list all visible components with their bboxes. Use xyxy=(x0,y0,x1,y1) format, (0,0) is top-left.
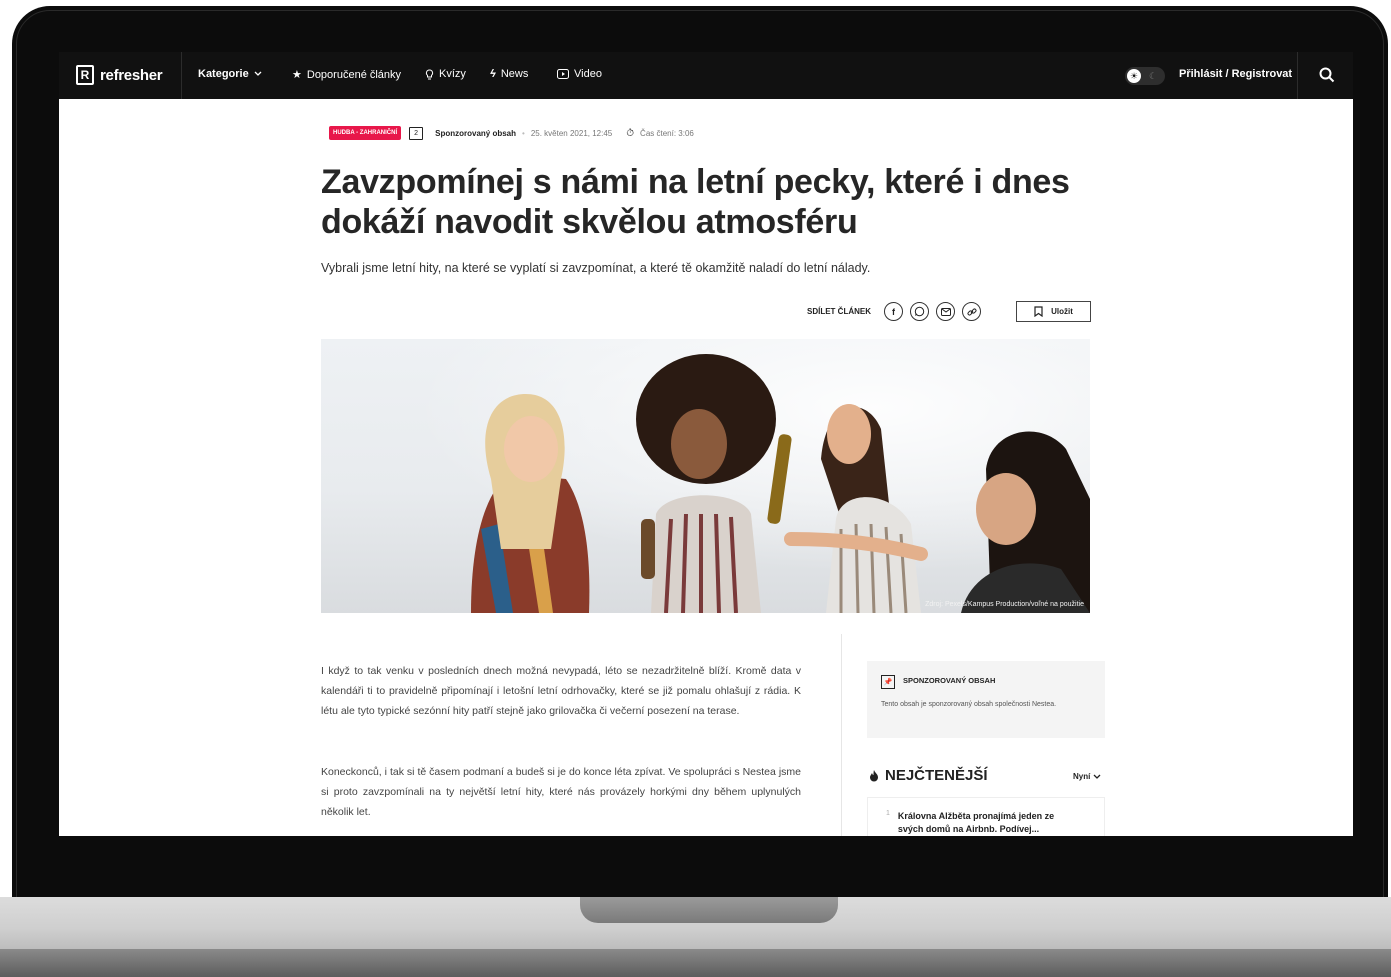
popular-filter-dropdown[interactable]: Nyní xyxy=(1073,772,1101,781)
save-button[interactable]: Uložit xyxy=(1016,301,1091,322)
lightbulb-icon xyxy=(425,68,434,79)
nav-item-label: Kategorie xyxy=(198,68,249,80)
nav-item-kvizy[interactable]: Kvízy xyxy=(425,68,466,80)
publish-date: 25. květen 2021, 12:45 xyxy=(530,128,613,138)
save-label: Uložit xyxy=(1051,307,1073,316)
pin-icon: 📌 xyxy=(881,675,895,689)
article-paragraph: I když to tak venku v posledních dnech m… xyxy=(321,665,801,717)
search-icon[interactable] xyxy=(1319,67,1335,83)
moon-icon: ☾ xyxy=(1149,71,1158,81)
laptop-notch xyxy=(580,897,838,923)
lightning-icon: ϟ xyxy=(490,68,496,80)
category-tag[interactable]: HUDBA - ZAHRANIČNÍ xyxy=(329,126,402,140)
top-navbar: R refresher Kategorie ★ Doporučené článk… xyxy=(59,52,1353,99)
popular-rank: 1 xyxy=(886,810,890,817)
theme-toggle[interactable]: ☀ ☾ xyxy=(1125,67,1165,85)
nav-item-kategorie[interactable]: Kategorie xyxy=(198,68,262,80)
nav-item-label: Doporučené články xyxy=(306,68,402,81)
share-label: SDÍLET ČLÁNEK xyxy=(807,307,871,316)
comment-count[interactable]: 2 xyxy=(409,126,424,140)
popular-list: 1 Královna Alžběta pronajímá jeden ze sv… xyxy=(867,797,1105,836)
link-icon[interactable] xyxy=(962,302,981,321)
login-link[interactable]: Přihlásit / Registrovat xyxy=(1179,68,1292,80)
hero-photo xyxy=(321,339,1090,613)
popular-header: NEJČTENĚJŠÍ xyxy=(869,767,988,784)
nav-divider xyxy=(1297,52,1298,99)
laptop-base-bottom xyxy=(0,949,1391,977)
bookmark-icon xyxy=(1034,306,1043,317)
whatsapp-icon[interactable] xyxy=(910,302,929,321)
share-bar: SDÍLET ČLÁNEK f xyxy=(807,302,981,321)
sponsor-text: Tento obsah je sponzorovaný obsah společ… xyxy=(881,701,1057,708)
column-divider xyxy=(841,634,842,836)
nav-divider xyxy=(181,52,182,99)
facebook-icon[interactable]: f xyxy=(884,302,903,321)
nav-item-doporucene[interactable]: ★ Doporučené články xyxy=(292,68,402,82)
article-paragraph: Koneckonců, i tak si tě časem podmaní a … xyxy=(321,766,801,818)
popular-title: NEJČTENĚJŠÍ xyxy=(885,767,988,784)
nav-item-news[interactable]: ϟ News xyxy=(490,68,528,80)
article-meta: HUDBA - ZAHRANIČNÍ 2 Sponzorovaný obsah … xyxy=(329,126,694,140)
meta-separator: • xyxy=(522,128,525,138)
sponsored-info-box: 📌 SPONZOROVANÝ OBSAH Tento obsah je spon… xyxy=(867,661,1105,738)
article-lead: Vybrali jsme letní hity, na které se vyp… xyxy=(321,261,871,275)
logo-text: refresher xyxy=(100,66,163,84)
sponsored-label: Sponzorovaný obsah xyxy=(435,128,517,138)
sponsor-title: SPONZOROVANÝ OBSAH xyxy=(903,676,996,685)
star-icon: ★ xyxy=(292,69,302,81)
list-item[interactable]: 1 Královna Alžběta pronajímá jeden ze sv… xyxy=(886,810,1068,836)
image-credit: Zdroj: Pexels/Kampus Production/voľné na… xyxy=(925,601,1084,608)
reading-time: Čas čtení: 3:06 xyxy=(640,128,694,138)
article-hero-image: Zdroj: Pexels/Kampus Production/voľné na… xyxy=(321,339,1090,613)
logo-mark: R xyxy=(76,65,94,85)
chevron-down-icon xyxy=(254,71,262,76)
sun-icon: ☀ xyxy=(1127,69,1141,83)
email-icon[interactable] xyxy=(936,302,955,321)
nav-item-label: News xyxy=(500,68,529,80)
nav-item-video[interactable]: Video xyxy=(557,68,602,80)
browser-screen: R refresher Kategorie ★ Doporučené článk… xyxy=(59,52,1353,836)
article-title: Zavzpomínej s námi na letní pecky, které… xyxy=(321,163,1070,241)
nav-item-label: Kvízy xyxy=(439,68,466,80)
site-logo[interactable]: R refresher xyxy=(76,65,163,85)
popular-filter-label: Nyní xyxy=(1073,772,1091,781)
chevron-down-icon xyxy=(1093,774,1101,779)
popular-headline[interactable]: Královna Alžběta pronajímá jeden ze svýc… xyxy=(898,810,1068,836)
nav-item-label: Video xyxy=(574,68,602,80)
stopwatch-icon: ⏱ xyxy=(626,127,635,139)
play-icon xyxy=(557,69,569,79)
fire-icon xyxy=(870,769,878,781)
